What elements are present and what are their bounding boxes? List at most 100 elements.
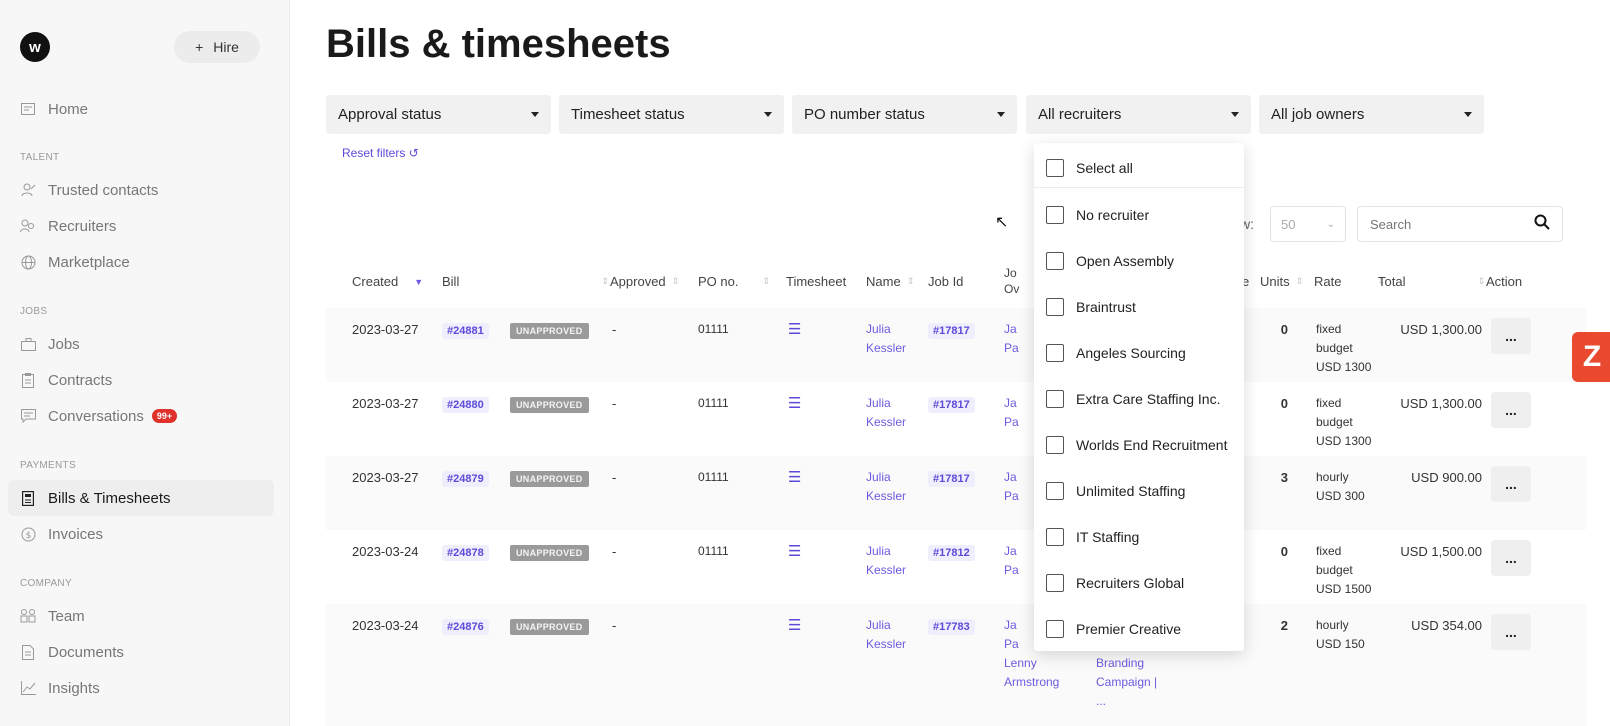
dropdown-option[interactable]: No recruiter [1034, 195, 1244, 235]
sidebar-item-jobs[interactable]: Jobs [8, 326, 274, 362]
sidebar-item-team[interactable]: Team [8, 598, 274, 634]
created-date: 2023-03-27 [352, 322, 419, 337]
checkbox[interactable] [1046, 574, 1064, 592]
col-timesheet[interactable]: Timesheet [786, 274, 846, 289]
job-id-link[interactable]: #17817 [928, 471, 975, 487]
bill-link[interactable]: #24881 [442, 323, 489, 339]
sidebar-item-contracts[interactable]: Contracts [8, 362, 274, 398]
dropdown-option[interactable]: Premier Creative [1034, 609, 1244, 649]
col-created[interactable]: Created ▼ [352, 274, 423, 289]
table-row[interactable]: 2023-03-27 #24880 UNAPPROVED - 01111 ☰ J… [326, 382, 1586, 456]
dropdown-option[interactable]: Unlimited Staffing [1034, 471, 1244, 511]
row-action-button[interactable]: ... [1491, 466, 1531, 502]
dropdown-option[interactable]: Worlds End Recruitment [1034, 425, 1244, 465]
checkbox[interactable] [1046, 344, 1064, 362]
dropdown-option[interactable]: Open Assembly [1034, 241, 1244, 281]
contractor-name-link[interactable]: Julia Kessler [866, 616, 906, 654]
checkbox[interactable] [1046, 620, 1064, 638]
dropdown-option[interactable]: Recruiters Global [1034, 563, 1244, 603]
checkbox[interactable] [1046, 528, 1064, 546]
col-job-owner[interactable]: Jo Ov [1004, 266, 1019, 296]
search-icon[interactable] [1534, 214, 1550, 235]
approval-status-filter[interactable]: Approval status [326, 95, 551, 134]
timesheet-list-icon[interactable]: ☰ [788, 542, 801, 561]
filter-label: All recruiters [1038, 106, 1122, 123]
col-jobid[interactable]: Job Id [928, 274, 963, 289]
hire-button[interactable]: + Hire [174, 31, 260, 63]
bill-link[interactable]: #24876 [442, 619, 489, 635]
col-name[interactable]: Name ⇕ [866, 274, 914, 289]
col-bill[interactable]: Bill ⇕ [442, 274, 609, 289]
sort-icon: ⇕ [906, 276, 915, 286]
dropdown-option[interactable]: Extra Care Staffing Inc. [1034, 379, 1244, 419]
total-value: USD 354.00 [1411, 618, 1482, 633]
table-row[interactable]: 2023-03-24 #24876 UNAPPROVED - ☰ Julia Ke… [326, 604, 1586, 726]
job-owner-link[interactable]: Ja Pa [1004, 468, 1019, 506]
bill-link[interactable]: #24879 [442, 471, 489, 487]
contractor-name-link[interactable]: Julia Kessler [866, 468, 906, 506]
sidebar-item-recruiters[interactable]: Recruiters [8, 208, 274, 244]
row-action-button[interactable]: ... [1491, 318, 1531, 354]
col-po[interactable]: PO no. ⇕ [698, 274, 770, 289]
sidebar-item-marketplace[interactable]: Marketplace [8, 244, 274, 280]
bill-link[interactable]: #24880 [442, 397, 489, 413]
table-row[interactable]: 2023-03-24 #24878 UNAPPROVED - 01111 ☰ J… [326, 530, 1586, 604]
reset-filters-link[interactable]: Reset filters ↺ [342, 146, 419, 160]
job-title-link[interactable]: Branding Campaign |... [1096, 654, 1157, 711]
contractor-name-link[interactable]: Julia Kessler [866, 542, 906, 580]
sidebar-item-documents[interactable]: Documents [8, 634, 274, 670]
col-label: PO no. [698, 274, 739, 289]
job-id-link[interactable]: #17783 [928, 619, 975, 635]
app-logo[interactable]: w [20, 32, 50, 62]
recruiters-filter[interactable]: All recruiters [1026, 95, 1251, 134]
timesheet-list-icon[interactable]: ☰ [788, 616, 801, 635]
col-rate[interactable]: Rate ⇕ [1314, 274, 1385, 289]
job-owner-link[interactable]: Ja Pa [1004, 542, 1019, 580]
col-units[interactable]: Units ⇕ [1260, 274, 1303, 289]
sidebar-item-bills-timesheets[interactable]: Bills & Timesheets [8, 480, 274, 516]
sidebar-item-home[interactable]: Home [8, 91, 274, 127]
owner-last: Pa [1004, 341, 1019, 355]
job-id-link[interactable]: #17817 [928, 323, 975, 339]
job-owner-link[interactable]: Ja Pa [1004, 394, 1019, 432]
timesheet-status-filter[interactable]: Timesheet status [559, 95, 784, 134]
checkbox[interactable] [1046, 436, 1064, 454]
dropdown-option[interactable]: Angeles Sourcing [1034, 333, 1244, 373]
dropdown-option-select-all[interactable]: Select all [1034, 148, 1244, 188]
bill-link[interactable]: #24878 [442, 545, 489, 561]
checkbox[interactable] [1046, 206, 1064, 224]
checkbox[interactable] [1046, 252, 1064, 270]
job-id-link[interactable]: #17812 [928, 545, 975, 561]
timesheet-list-icon[interactable]: ☰ [788, 468, 801, 487]
checkbox[interactable] [1046, 390, 1064, 408]
contractor-name-link[interactable]: Julia Kessler [866, 394, 906, 432]
row-action-button[interactable]: ... [1491, 540, 1531, 576]
checkbox[interactable] [1046, 298, 1064, 316]
search-input[interactable] [1370, 216, 1520, 232]
sidebar-item-invoices[interactable]: $ Invoices [8, 516, 274, 552]
zap-widget-button[interactable]: Z [1572, 332, 1610, 382]
checkbox[interactable] [1046, 482, 1064, 500]
search-box[interactable] [1357, 206, 1563, 242]
po-number-status-filter[interactable]: PO number status [792, 95, 1017, 134]
timesheet-list-icon[interactable]: ☰ [788, 394, 801, 413]
col-approved[interactable]: Approved ⇕ [610, 274, 679, 289]
rate-line: USD 300 [1316, 489, 1365, 503]
job-id-link[interactable]: #17817 [928, 397, 975, 413]
row-action-button[interactable]: ... [1491, 614, 1531, 650]
dropdown-option[interactable]: Braintrust [1034, 287, 1244, 327]
table-row[interactable]: 2023-03-27 #24881 UNAPPROVED - 01111 ☰ J… [326, 308, 1586, 382]
page-size-select[interactable]: 50 ⌄ [1270, 206, 1346, 242]
job-owner-link[interactable]: Ja Pa [1004, 320, 1019, 358]
col-total[interactable]: Total ⇕ [1378, 274, 1485, 289]
dropdown-option[interactable]: IT Staffing [1034, 517, 1244, 557]
table-row[interactable]: 2023-03-27 #24879 UNAPPROVED - 01111 ☰ J… [326, 456, 1586, 530]
sidebar-item-conversations[interactable]: Conversations 99+ [8, 398, 274, 434]
sidebar-item-trusted-contacts[interactable]: Trusted contacts [8, 172, 274, 208]
checkbox[interactable] [1046, 158, 1064, 177]
sidebar-item-insights[interactable]: Insights [8, 670, 274, 706]
contractor-name-link[interactable]: Julia Kessler [866, 320, 906, 358]
timesheet-list-icon[interactable]: ☰ [788, 320, 801, 339]
job-owners-filter[interactable]: All job owners [1259, 95, 1484, 134]
row-action-button[interactable]: ... [1491, 392, 1531, 428]
